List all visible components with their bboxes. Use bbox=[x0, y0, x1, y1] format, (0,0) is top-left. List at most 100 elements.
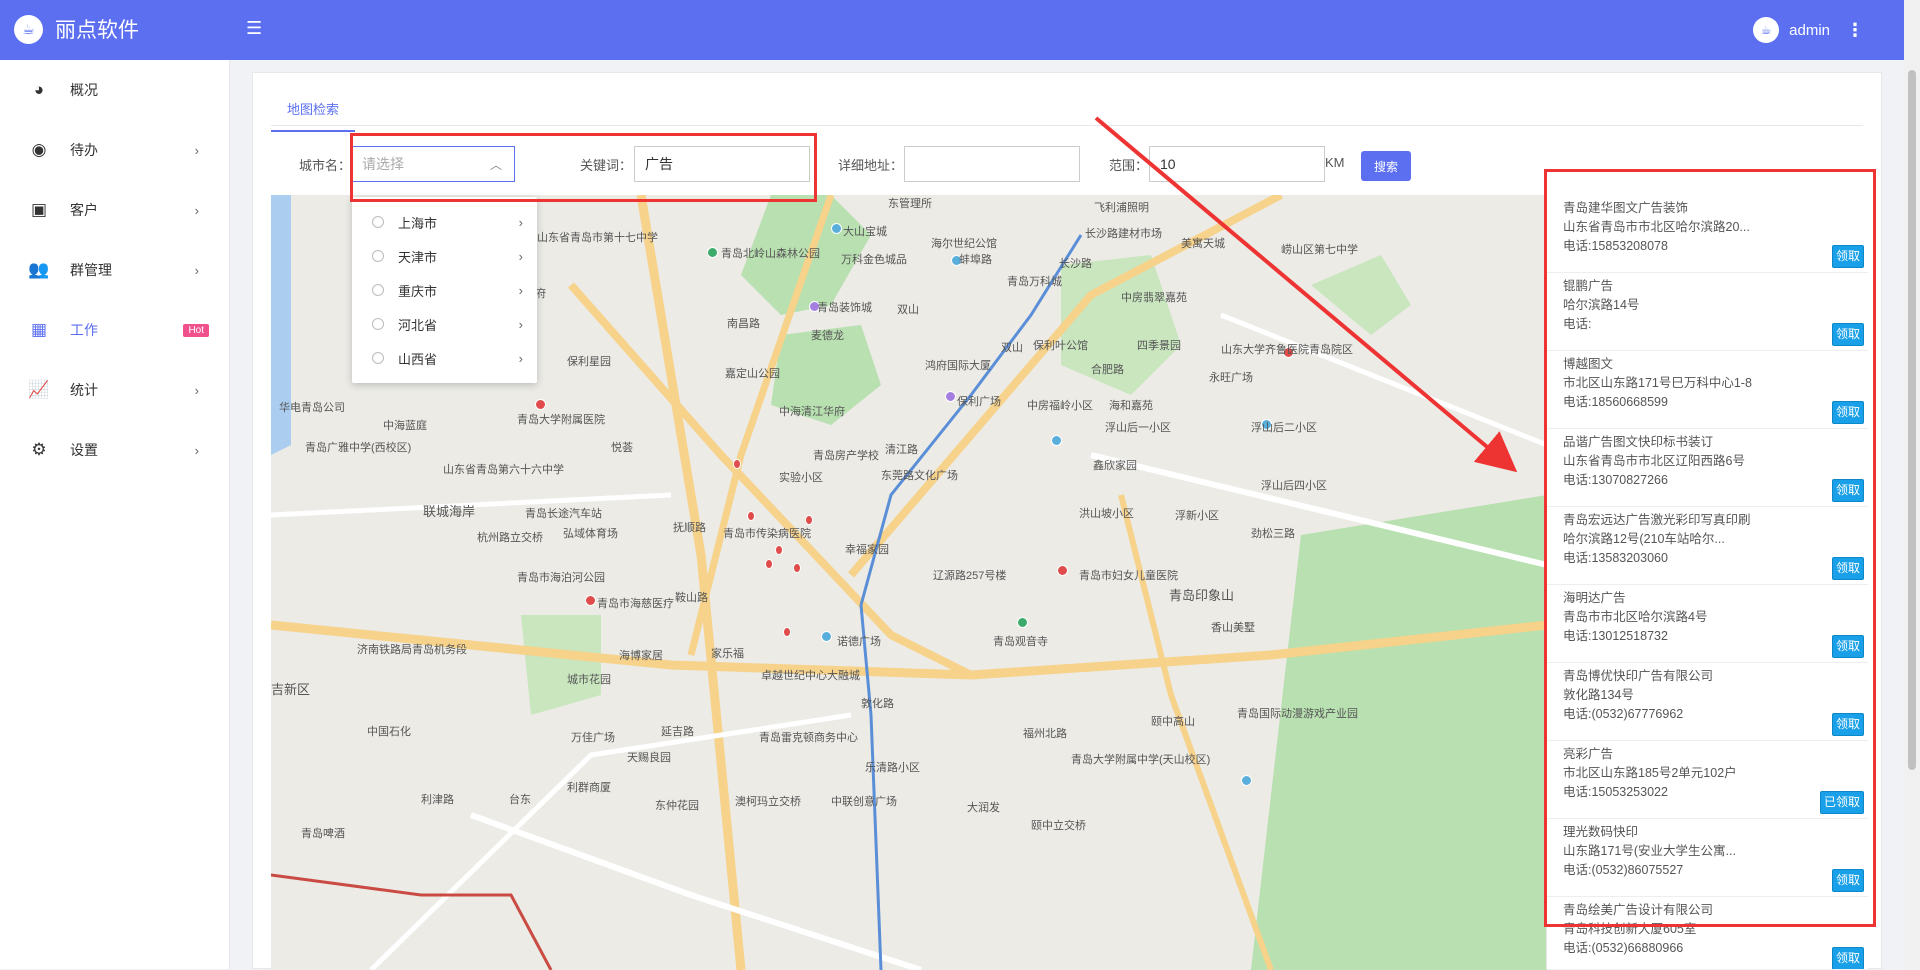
city-placeholder: 请选择 bbox=[362, 156, 404, 172]
more-options-icon[interactable]: ⋮ bbox=[1846, 20, 1864, 41]
map-label: 青岛国际动漫游戏产业园 bbox=[1237, 708, 1358, 720]
sidebar-item-settings[interactable]: ⚙ 设置 › bbox=[0, 420, 229, 480]
claim-button[interactable]: 领取 bbox=[1831, 323, 1864, 346]
chevron-right-icon: › bbox=[518, 350, 523, 366]
chevron-right-icon: › bbox=[518, 316, 523, 332]
result-pin[interactable] bbox=[783, 627, 791, 637]
poi-marker[interactable] bbox=[1241, 775, 1252, 786]
result-item[interactable]: 海明达广告 青岛市市北区哈尔滨路4号 电话:13012518732 领取 bbox=[1547, 585, 1868, 663]
map-label: 中联创意广场 bbox=[831, 796, 897, 808]
address-label: 详细地址： bbox=[838, 158, 904, 173]
result-address: 市北区山东路171号巳万科中心1-8 bbox=[1563, 376, 1752, 390]
result-item[interactable]: 青岛建华图文广告装饰 山东省青岛市市北区哈尔滨路20... 电话:1585320… bbox=[1547, 195, 1868, 273]
poi-marker[interactable] bbox=[1051, 435, 1062, 446]
poi-marker[interactable] bbox=[1017, 617, 1028, 628]
menu-toggle-icon[interactable]: ☰ bbox=[246, 18, 262, 39]
map-label: 青岛万科城 bbox=[1007, 276, 1062, 288]
sidebar-item-customers[interactable]: ▣ 客户 › bbox=[0, 180, 229, 240]
chevron-right-icon: › bbox=[194, 202, 199, 218]
search-button[interactable]: 搜索 bbox=[1361, 151, 1411, 181]
keyword-input[interactable]: 广告 bbox=[634, 146, 810, 182]
result-name: 青岛建华图文广告装饰 bbox=[1563, 201, 1689, 215]
map-label: 辽源路257号楼 bbox=[933, 570, 1007, 582]
city-option[interactable]: 河北省 › bbox=[352, 307, 537, 341]
result-item[interactable]: 锟鹏广告 哈尔滨路14号 电话: 领取 bbox=[1547, 273, 1868, 351]
address-input[interactable] bbox=[904, 146, 1080, 182]
map-label: 颐中高山 bbox=[1151, 716, 1195, 728]
map-label: 实验小区 bbox=[779, 472, 823, 484]
city-option[interactable]: 天津市 › bbox=[352, 239, 537, 273]
result-name: 海明达广告 bbox=[1563, 591, 1626, 605]
map-label: 东仲花园 bbox=[655, 800, 699, 812]
sidebar-item-todo[interactable]: ◉ 待办 › bbox=[0, 120, 229, 180]
range-unit: KM bbox=[1325, 155, 1345, 170]
city-option[interactable]: 上海市 › bbox=[352, 205, 537, 239]
result-pin[interactable] bbox=[747, 511, 755, 521]
map-label: 美寓天城 bbox=[1181, 238, 1225, 250]
result-item[interactable]: 青岛绘美广告设计有限公司 青岛科技创新大厦605室 电话:(0532)66880… bbox=[1547, 897, 1868, 969]
claim-button[interactable]: 领取 bbox=[1831, 635, 1864, 658]
claim-button[interactable]: 领取 bbox=[1831, 479, 1864, 502]
result-phone: 电话:(0532)67776962 bbox=[1563, 707, 1684, 721]
map-label: 鑫欣家园 bbox=[1093, 460, 1137, 472]
map-label: 海博家居 bbox=[619, 650, 663, 662]
result-pin[interactable] bbox=[775, 545, 783, 555]
claim-button[interactable]: 领取 bbox=[1831, 401, 1864, 424]
map-label: 大润发 bbox=[967, 802, 1000, 814]
chevron-up-icon: ︿ bbox=[489, 158, 502, 172]
city-select[interactable]: 请选择 ︿ bbox=[351, 146, 515, 182]
map-label: 吉新区 bbox=[271, 682, 311, 697]
result-pin[interactable] bbox=[793, 563, 801, 573]
result-name: 博越图文 bbox=[1563, 357, 1614, 371]
result-item[interactable]: 品谐广告图文快印标书装订 山东省青岛市市北区辽阳西路6号 电话:13070827… bbox=[1547, 429, 1868, 507]
map-label: 城市花园 bbox=[567, 674, 611, 686]
range-input[interactable]: 10 bbox=[1149, 146, 1325, 182]
top-bar: ☕ 丽点软件 ☰ ☕ admin ⋮ bbox=[0, 0, 1904, 60]
sidebar-item-label: 群管理 bbox=[70, 262, 112, 278]
result-item[interactable]: 亮彩广告 市北区山东路185号2单元102户 电话:15053253022 已领… bbox=[1547, 741, 1868, 819]
map-label: 浮山后二小区 bbox=[1251, 422, 1317, 434]
map-label: 崂山区第七中学 bbox=[1281, 244, 1358, 256]
map-label: 清江路 bbox=[885, 444, 918, 456]
poi-marker[interactable] bbox=[1057, 565, 1068, 576]
sidebar-item-stats[interactable]: 📈 统计 › bbox=[0, 360, 229, 420]
map-label: 劲松三路 bbox=[1251, 528, 1295, 540]
user-menu[interactable]: ☕ admin ⋮ bbox=[1753, 17, 1864, 43]
result-item[interactable]: 青岛博优快印广告有限公司 敦化路134号 电话:(0532)67776962 领… bbox=[1547, 663, 1868, 741]
result-address: 哈尔滨路12号(210车站哈尔... bbox=[1563, 532, 1725, 546]
sidebar-item-overview[interactable]: ◕ 概况 bbox=[0, 60, 229, 120]
scrollbar-thumb[interactable] bbox=[1908, 70, 1916, 770]
poi-marker[interactable] bbox=[707, 247, 718, 258]
result-pin[interactable] bbox=[805, 515, 813, 525]
claim-button[interactable]: 领取 bbox=[1831, 869, 1864, 892]
chevron-right-icon: › bbox=[194, 442, 199, 458]
sidebar-item-work[interactable]: ▦ 工作 Hot bbox=[0, 300, 229, 360]
result-pin[interactable] bbox=[765, 559, 773, 569]
sidebar-item-groups[interactable]: 👥 群管理 › bbox=[0, 240, 229, 300]
page-scrollbar[interactable] bbox=[1904, 0, 1920, 969]
result-item[interactable]: 理光数码快印 山东路171号(安业大学生公寓... 电话:(0532)86075… bbox=[1547, 819, 1868, 897]
dashboard-icon: ◕ bbox=[33, 80, 45, 99]
poi-marker[interactable] bbox=[945, 391, 956, 402]
map-label: 乐清路小区 bbox=[865, 762, 920, 774]
result-pin[interactable] bbox=[733, 459, 741, 469]
poi-marker[interactable] bbox=[831, 223, 842, 234]
result-item[interactable]: 博越图文 市北区山东路171号巳万科中心1-8 电话:18560668599 领… bbox=[1547, 351, 1868, 429]
poi-marker[interactable] bbox=[535, 399, 546, 410]
map-label: 山东省青岛第六十六中学 bbox=[443, 464, 564, 476]
app-name: 丽点软件 bbox=[55, 18, 139, 42]
claim-button[interactable]: 领取 bbox=[1831, 947, 1864, 969]
app-logo[interactable]: ☕ 丽点软件 bbox=[14, 14, 139, 44]
city-option[interactable]: 山西省 › bbox=[352, 341, 537, 375]
map-label: 青岛印象山 bbox=[1169, 588, 1235, 603]
city-option[interactable]: 重庆市 › bbox=[352, 273, 537, 307]
claim-button[interactable]: 领取 bbox=[1831, 245, 1864, 268]
poi-marker[interactable] bbox=[821, 631, 832, 642]
poi-marker[interactable] bbox=[585, 595, 596, 606]
map-label: 中房福岭小区 bbox=[1027, 400, 1093, 412]
claim-button[interactable]: 领取 bbox=[1831, 557, 1864, 580]
claim-button[interactable]: 领取 bbox=[1831, 713, 1864, 736]
claimed-button[interactable]: 已领取 bbox=[1819, 791, 1864, 814]
result-item[interactable]: 青岛宏远达广告激光彩印写真印刷 哈尔滨路12号(210车站哈尔... 电话:13… bbox=[1547, 507, 1868, 585]
result-address: 敦化路134号 bbox=[1563, 688, 1634, 702]
